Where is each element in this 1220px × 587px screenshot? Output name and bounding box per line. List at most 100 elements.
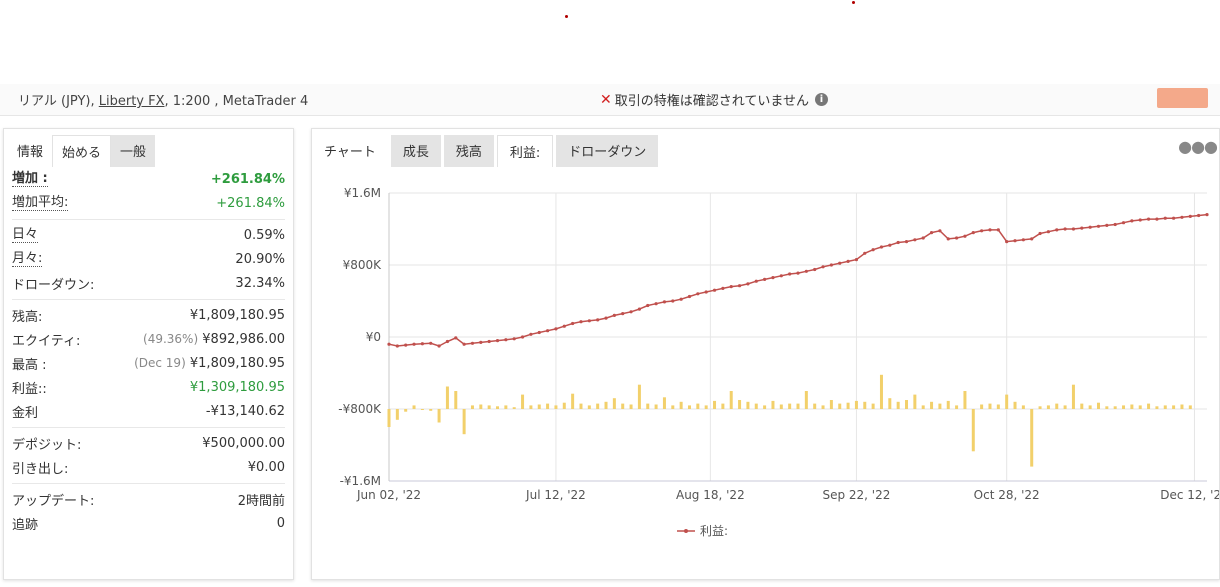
broker-link[interactable]: Liberty FX <box>99 94 165 109</box>
bar <box>562 402 566 409</box>
divider <box>12 219 285 220</box>
tab-info[interactable]: 情報 <box>8 135 52 167</box>
bar <box>1038 406 1042 409</box>
data-point <box>771 276 775 280</box>
tab-start[interactable]: 始める <box>52 135 112 167</box>
bar <box>704 405 708 409</box>
data-point <box>913 238 917 242</box>
bar <box>713 400 717 409</box>
data-point <box>888 243 892 247</box>
data-point <box>1205 213 1209 217</box>
bar <box>1063 405 1067 409</box>
data-point <box>1046 230 1051 234</box>
data-point <box>1138 218 1142 222</box>
bar <box>596 403 600 409</box>
bar <box>905 400 909 409</box>
stat-row-avg-gain: 増加平均: +261.84% <box>12 191 285 215</box>
action-button[interactable] <box>1157 88 1208 108</box>
data-point <box>921 236 925 240</box>
bar <box>1172 405 1176 409</box>
bar <box>813 403 817 409</box>
data-point <box>813 267 817 272</box>
tab-general[interactable]: 一般 <box>111 135 156 167</box>
data-point <box>1121 221 1126 225</box>
bar <box>888 398 892 409</box>
data-point <box>537 330 541 335</box>
data-point <box>512 337 516 341</box>
data-point <box>412 342 416 346</box>
data-point <box>929 231 934 235</box>
bar <box>1071 384 1075 409</box>
gain-label[interactable]: 増加 : <box>12 171 48 187</box>
interest-label: 金利 <box>12 405 39 421</box>
data-point <box>1021 238 1025 242</box>
bar <box>654 404 658 409</box>
bar <box>521 394 525 409</box>
equity-value-group: (49.36%) ¥892,986.00 <box>143 332 285 347</box>
privilege-notice: ✕ 取引の特権は確認されていません i <box>600 90 828 109</box>
decor-dot <box>852 1 855 4</box>
avg-gain-value: +261.84% <box>216 195 285 211</box>
data-point <box>971 231 975 235</box>
data-point <box>938 229 942 233</box>
data-point <box>437 344 441 348</box>
notice-text: 取引の特権は確認されていません <box>614 94 809 109</box>
stat-row-profit: 利益:: ¥1,309,180.95 <box>12 375 285 399</box>
daily-label[interactable]: 日々 <box>12 227 39 243</box>
withdrawal-value: ¥0.00 <box>247 459 285 475</box>
data-point <box>1155 217 1159 221</box>
avg-gain-label[interactable]: 増加平均: <box>12 195 69 211</box>
bar <box>955 405 959 409</box>
equity-pct: (49.36%) <box>143 331 199 346</box>
bar <box>746 401 750 409</box>
data-point <box>495 339 500 343</box>
bar <box>930 401 934 409</box>
data-point <box>487 339 491 344</box>
bar <box>604 401 608 409</box>
bar <box>662 397 666 409</box>
bar <box>821 405 825 409</box>
bar <box>788 403 792 409</box>
account-type: リアル (JPY), <box>18 94 99 109</box>
data-point <box>420 342 424 346</box>
data-point <box>395 344 399 348</box>
highest-label: 最高 : <box>12 357 47 373</box>
stat-row-balance: 残高: ¥1,809,180.95 <box>12 303 285 327</box>
series-line <box>388 213 1208 347</box>
data-point <box>904 240 909 244</box>
bar <box>1096 402 1100 409</box>
data-point <box>554 327 558 331</box>
x-tick-label: Jun 02, '22 <box>356 488 421 502</box>
bar <box>721 403 725 409</box>
bar <box>763 405 767 409</box>
data-point <box>846 259 850 263</box>
bar <box>437 409 441 423</box>
bar <box>779 404 783 409</box>
data-point <box>612 313 616 317</box>
daily-value: 0.59% <box>243 227 285 243</box>
update-label: アップデート: <box>12 493 95 509</box>
data-point <box>821 265 825 269</box>
data-point <box>621 312 625 316</box>
data-point <box>587 319 591 323</box>
y-tick-label: ¥0 <box>366 330 381 344</box>
tracking-label: 追跡 <box>12 517 39 533</box>
data-point <box>696 292 700 296</box>
bar <box>1188 405 1192 409</box>
info-icon[interactable]: i <box>814 93 828 106</box>
divider <box>12 427 285 428</box>
bar <box>796 403 800 409</box>
data-point <box>520 335 525 339</box>
data-point <box>804 269 808 273</box>
data-point <box>1080 226 1084 230</box>
y-tick-label: ¥1.6M <box>344 186 381 200</box>
data-point <box>980 229 984 233</box>
highest-value: ¥1,809,180.95 <box>189 355 285 371</box>
stat-row-equity: エクイティ: (49.36%) ¥892,986.00 <box>12 327 285 351</box>
monthly-label[interactable]: 月々: <box>12 251 43 267</box>
data-point <box>954 236 959 240</box>
bar <box>1130 404 1134 409</box>
bar <box>1080 403 1084 409</box>
bar <box>554 405 558 409</box>
bar <box>612 398 616 409</box>
